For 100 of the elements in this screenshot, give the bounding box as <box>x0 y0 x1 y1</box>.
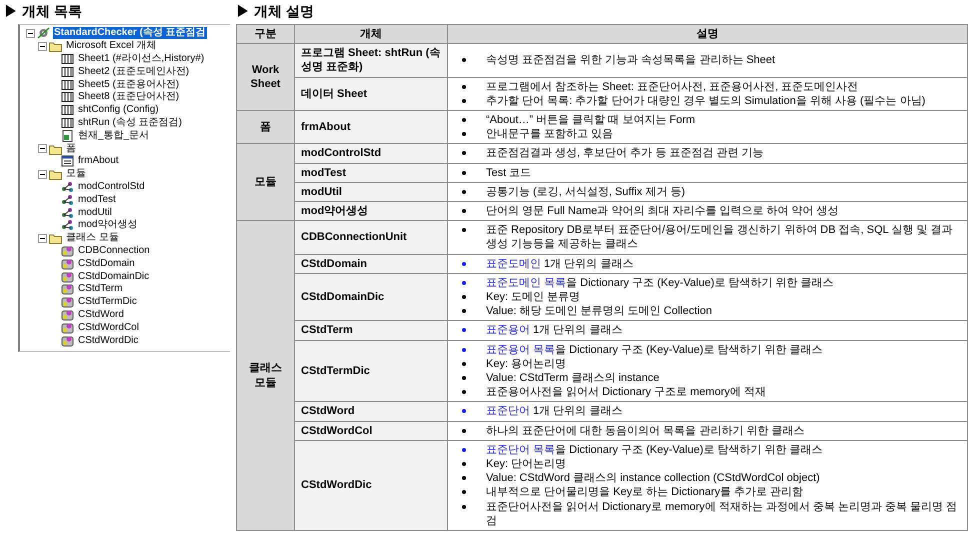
tree-item[interactable]: shtConfig (Config) <box>77 104 160 116</box>
tree-item[interactable]: modTest <box>77 194 117 206</box>
description-text: 프로그램에서 참조하는 Sheet: 표준단어사전, 표준용어사전, 표준도메인사전 <box>486 80 858 94</box>
folder-icon <box>49 40 62 52</box>
description-text: Value: CStdWord 클래스의 instance collection (CStdWordCol object) <box>486 471 820 486</box>
bullet-icon <box>462 348 466 352</box>
description-text: 공통기능 (로깅, 서식설정, Suffix 제거 등) <box>486 184 686 200</box>
module-icon <box>61 219 74 232</box>
tree-item[interactable]: CStdDomain <box>77 258 136 270</box>
bullet-icon <box>462 328 466 332</box>
description-text: 표준도메인 1개 단위의 클래스 <box>486 256 634 271</box>
description-text: 표준도메인 목록을 Dictionary 구조 (Key-Value)로 탐색하기 위한 클래스 <box>486 276 834 290</box>
description-text: Key: 용어논리명 <box>486 356 566 372</box>
bullet-icon <box>462 448 466 452</box>
spreadsheet-icon <box>61 52 74 65</box>
tree-item[interactable]: 클래스 모듈 <box>65 232 120 244</box>
tree-item[interactable]: modUtil <box>77 206 113 219</box>
tree-item[interactable]: CStdWordDic <box>77 334 140 347</box>
bullet-icon <box>462 209 466 214</box>
tree-item[interactable]: modControlStd <box>77 180 146 193</box>
tree-item[interactable]: CStdTerm <box>77 283 124 296</box>
bullet-icon <box>462 409 466 414</box>
bullet-icon <box>462 151 466 156</box>
tree-item[interactable]: Sheet5 (표준용어사전) <box>77 78 180 91</box>
description-text: Test 코드 <box>486 166 532 180</box>
collapse-icon[interactable] <box>26 28 35 38</box>
description-text: 표준용어 목록을 Dictionary 구조 (Key-Value)로 탐색하기 위한 클래스 <box>486 342 823 357</box>
description-text: 내부적으로 단어물리명을 Key로 하는 Dictionary를 추가로 관리함 <box>486 485 804 500</box>
class-module-icon <box>61 308 74 321</box>
category-cell: 폼 <box>236 110 294 144</box>
bullet-icon <box>462 58 466 62</box>
object-name-cell: CStdWord <box>294 402 448 422</box>
object-name-cell: 프로그램 Sheet: shtRun (속성명 표준화) <box>294 44 448 78</box>
bullet-icon <box>462 428 466 433</box>
tree-item[interactable]: StandardChecker (속성 표준점검 <box>53 27 207 40</box>
object-name-cell: modTest <box>294 163 448 182</box>
description-text: 표준단어사전을 읽어서 Dictionary로 memory에 적재하는 과정에서 중복 논리명과 중복 물리명 점검 <box>486 500 958 528</box>
class-module-icon <box>61 244 74 257</box>
collapse-icon[interactable] <box>38 42 47 51</box>
module-icon <box>61 206 74 219</box>
description-text: 표준점검결과 생성, 후보단어 추가 등 표준점검 관련 기능 <box>486 146 764 161</box>
class-module-icon <box>61 296 74 308</box>
spreadsheet-icon <box>61 66 74 78</box>
description-text: 하나의 표준단어에 대한 동음이의어 목록을 관리하기 위한 클래스 <box>486 424 804 438</box>
column-header: 개체 <box>294 24 448 44</box>
bullet-icon <box>462 462 466 466</box>
object-name-cell: CStdDomain <box>294 254 448 274</box>
section-title: ▶ 개체 설명 <box>236 3 315 20</box>
tree-item[interactable]: CStdWord <box>77 308 125 321</box>
tree-item[interactable]: 폼 <box>65 142 77 155</box>
class-module-icon <box>61 270 74 283</box>
bullet-icon <box>462 170 466 175</box>
bullet-icon <box>462 228 466 232</box>
folder-icon <box>49 168 62 180</box>
object-name-cell: 데이터 Sheet <box>294 77 448 111</box>
tree-item[interactable]: CStdDomainDic <box>77 270 150 283</box>
category-cell: 클래스 모듈 <box>236 220 294 531</box>
collapse-icon[interactable] <box>38 144 47 154</box>
category-cell: 모듈 <box>236 144 294 221</box>
column-header: 구분 <box>236 24 294 44</box>
class-module-icon <box>61 258 74 270</box>
collapse-icon[interactable] <box>38 170 47 179</box>
object-name-cell: CStdTerm <box>294 320 448 340</box>
tree-item[interactable]: Sheet8 (표준단어사전) <box>77 91 180 104</box>
description-text: 표준 Repository DB로부터 표준단어/용어/도메인을 갱신하기 위하여 DB 접속, SQL 실행 및 결과 생성 기능등을 제공하는 클래스 <box>486 223 954 252</box>
form-icon <box>61 155 74 168</box>
collapse-icon[interactable] <box>38 234 47 243</box>
module-icon <box>61 194 74 206</box>
workbook-icon <box>61 130 74 142</box>
bullet-icon <box>462 262 466 266</box>
tree-item[interactable]: Sheet1 (#라이선스,History#) <box>77 52 206 65</box>
bullet-icon <box>462 490 466 494</box>
class-module-icon <box>61 334 74 347</box>
description-text: 추가할 단어 목록: 추가할 단어가 대량인 경우 별도의 Simulation을 위해 사용 (필수는 아님) <box>486 94 926 108</box>
tree-item[interactable]: Sheet2 (표준도메인사전) <box>77 66 190 78</box>
bullet-icon <box>462 295 466 300</box>
tree-item[interactable]: 모듈 <box>65 168 87 180</box>
class-module-icon <box>61 322 74 334</box>
tree-item[interactable]: CStdWordCol <box>77 322 140 334</box>
module-icon <box>61 180 74 193</box>
tree-item[interactable]: frmAbout <box>77 155 120 168</box>
description-text: Value: CStdTerm 클래스의 instance <box>486 371 660 386</box>
tree-item[interactable]: CDBConnection <box>77 244 151 257</box>
bullet-icon <box>462 190 466 194</box>
bullet-icon <box>462 504 466 509</box>
object-name-cell: CStdTermDic <box>294 340 448 402</box>
tree-item[interactable]: mod약어생성 <box>77 219 138 232</box>
spreadsheet-icon <box>61 78 74 91</box>
object-name-cell: mod약어생성 <box>294 202 448 221</box>
tree-item[interactable]: 현재_통합_문서 <box>77 130 150 142</box>
bullet-icon <box>462 132 466 136</box>
tree-item[interactable]: CStdTermDic <box>77 296 138 308</box>
tree-item[interactable]: shtRun (속성 표준점검) <box>77 116 183 129</box>
bullet-icon <box>462 118 466 122</box>
description-text: Key: 단어논리명 <box>486 457 566 472</box>
section-title: ▶ 개체 목록 <box>4 3 83 20</box>
description-text: 속성명 표준점검을 위한 기능과 속성목록을 관리하는 Sheet <box>486 53 776 68</box>
column-header: 설명 <box>448 24 968 44</box>
tree-item[interactable]: Microsoft Excel 개체 <box>65 40 158 52</box>
bullet-icon <box>462 476 466 480</box>
